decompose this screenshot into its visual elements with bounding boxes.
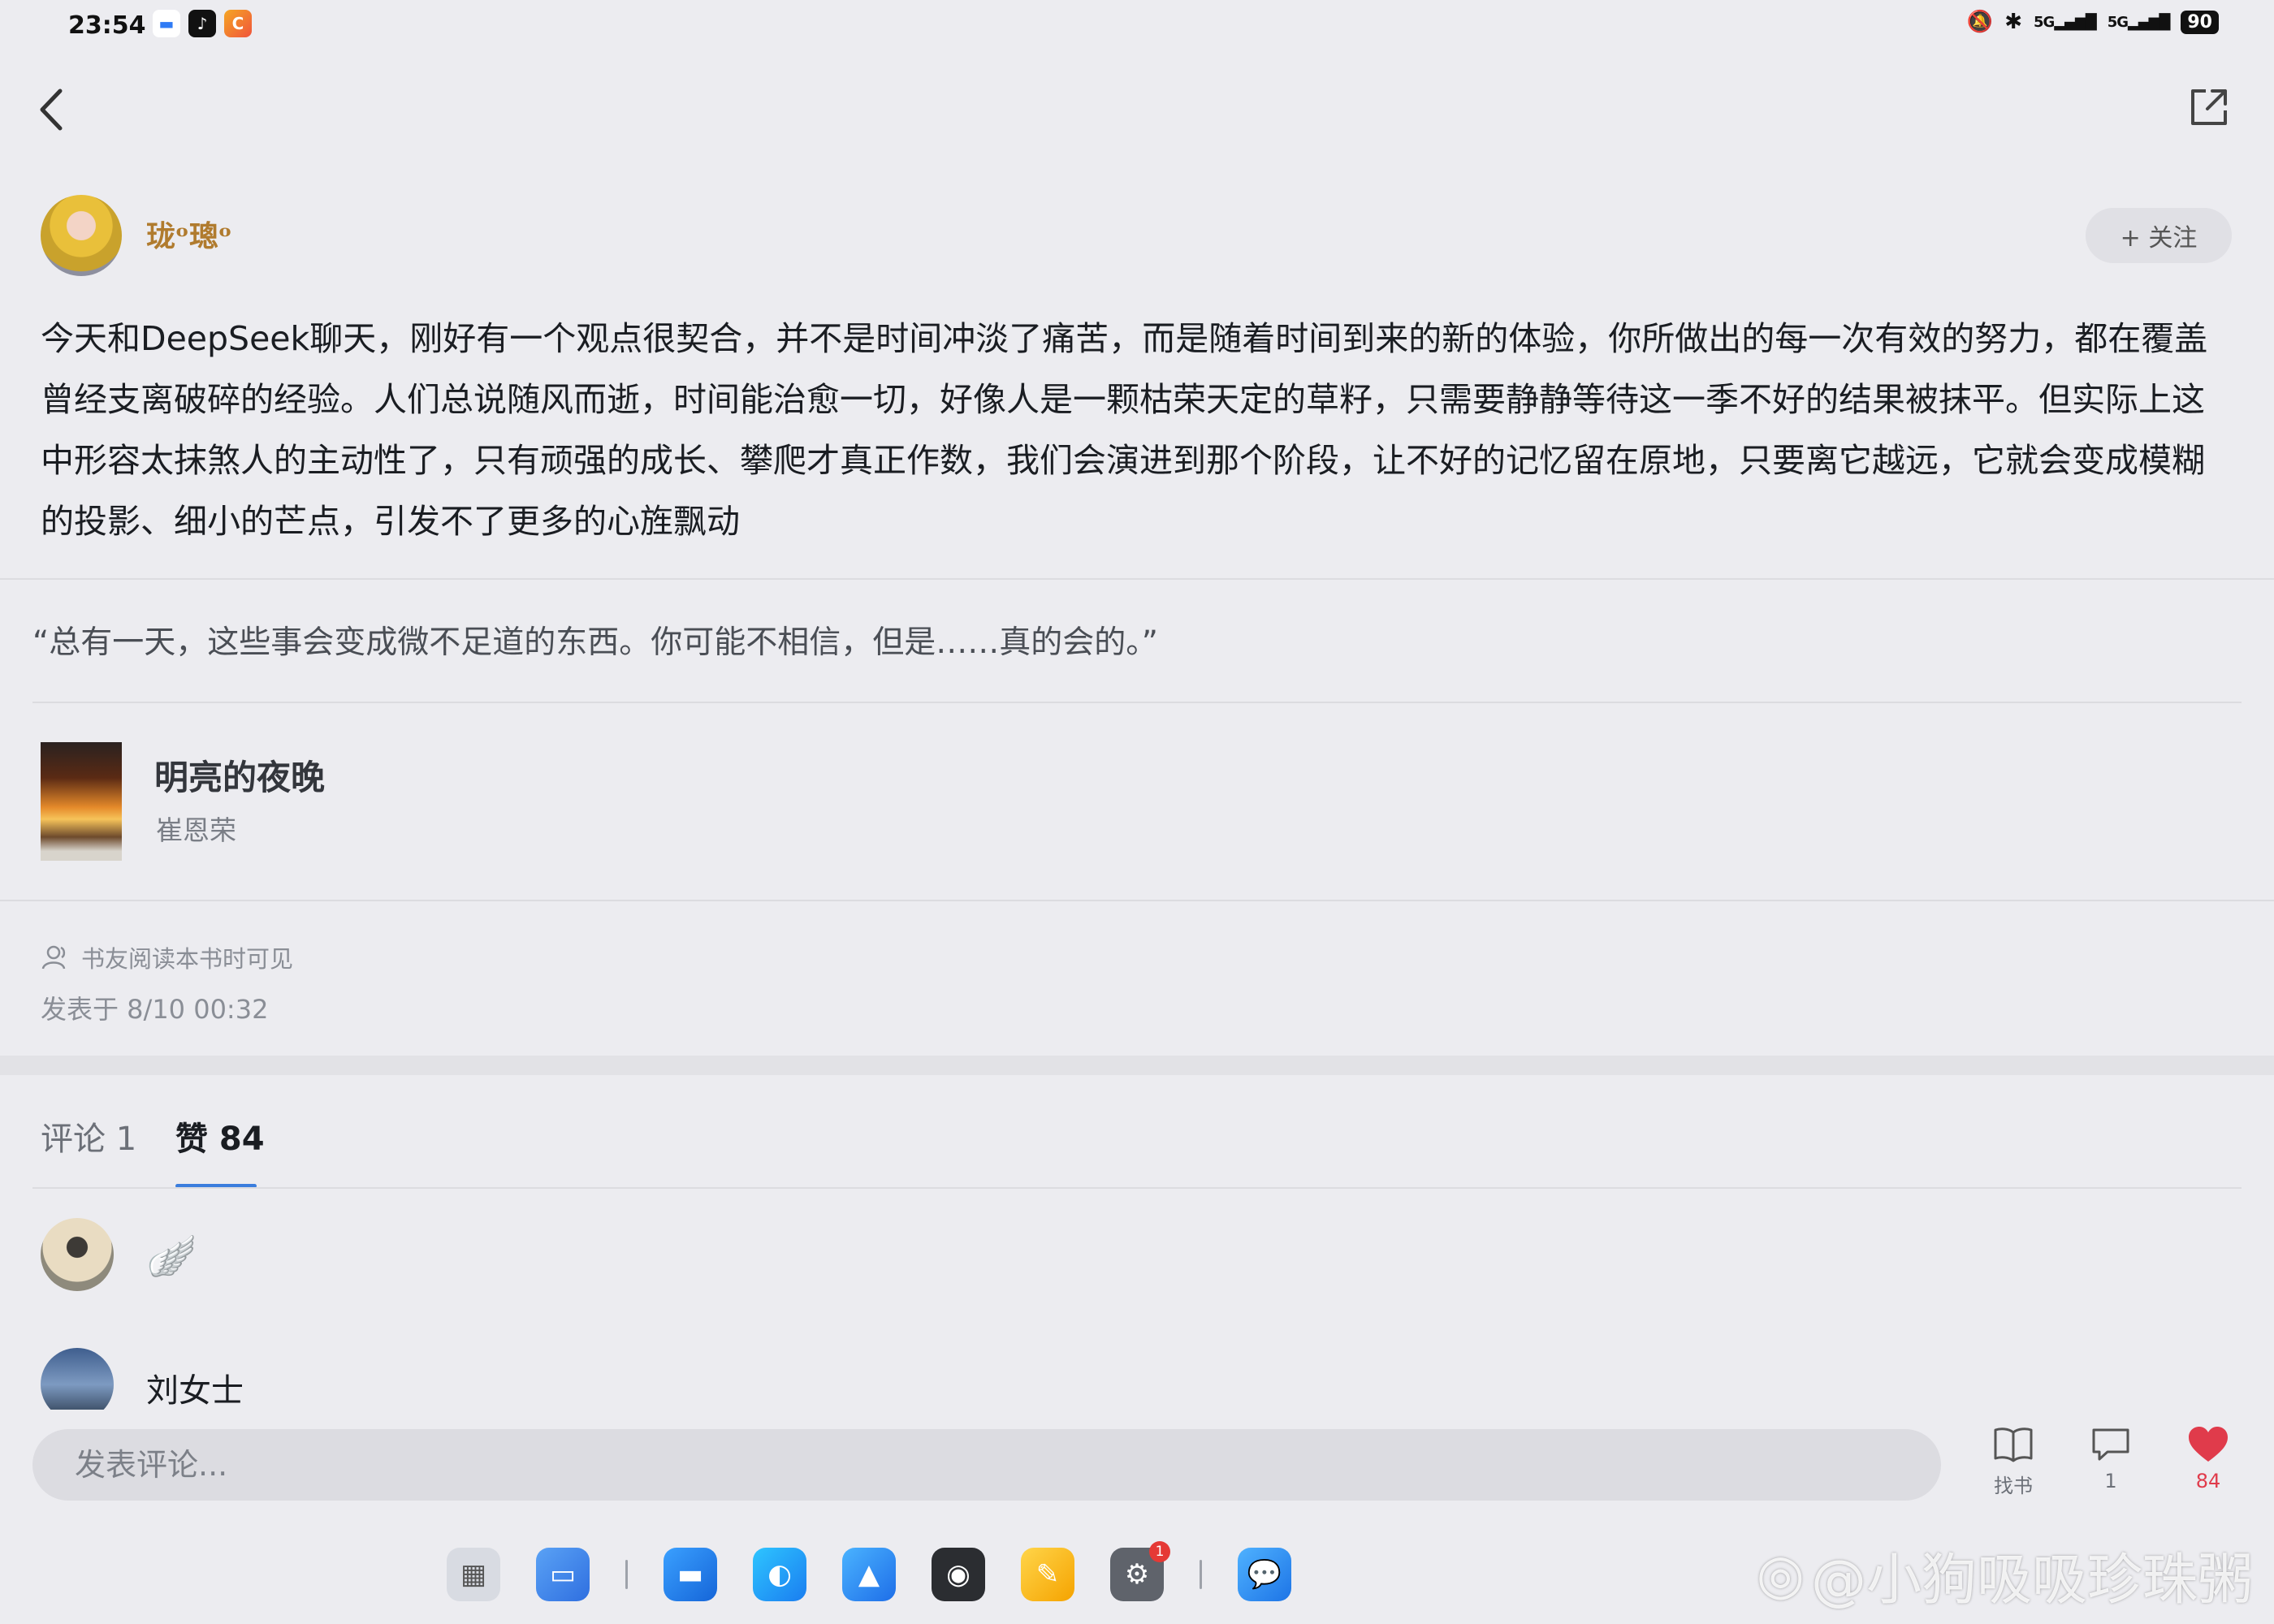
find-book-label: 找书 xyxy=(1994,1475,2033,1497)
dock-separator xyxy=(625,1560,628,1589)
mute-bell-icon: 🔕 xyxy=(1966,10,1994,34)
chat-app-icon[interactable]: 💬 xyxy=(1238,1548,1291,1601)
colorful-app-icon: C xyxy=(224,10,252,37)
back-button[interactable] xyxy=(32,81,73,138)
book-title[interactable]: 明亮的夜晚 xyxy=(154,750,325,800)
signal-5g-icon-2: 5G▂▄▆█ xyxy=(2107,13,2171,31)
tiktok-icon: ♪ xyxy=(188,10,216,37)
share-external-icon xyxy=(2191,89,2227,125)
status-indicators: 🔕 ✱ 5G▂▄▆█ 5G▂▄▆█ 90 xyxy=(1967,10,2219,34)
watermark-text: @小狗吸吸珍珠粥 xyxy=(1810,1548,2253,1613)
comment-input[interactable] xyxy=(32,1429,1941,1501)
file-manager-icon[interactable]: ▭ xyxy=(536,1548,590,1601)
watermark: ◎ @小狗吸吸珍珠粥 xyxy=(1757,1535,2253,1615)
comment-bubble-icon xyxy=(2092,1428,2129,1461)
section-separator xyxy=(0,1056,2274,1075)
tab-comments[interactable]: 评论 1 xyxy=(41,1112,136,1160)
folder-icon[interactable]: ▬ xyxy=(664,1548,717,1601)
chevron-left-icon xyxy=(40,89,63,131)
find-book-button[interactable]: 找书 xyxy=(1969,1426,2058,1498)
open-book-icon xyxy=(1994,1427,2033,1462)
posted-time: 发表于 8/10 00:32 xyxy=(41,994,269,1025)
comment-button[interactable]: 1 xyxy=(2066,1426,2155,1492)
liker-name[interactable]: 刘女士 xyxy=(146,1364,244,1411)
tab-likes[interactable]: 赞 84 xyxy=(175,1112,265,1160)
share-button[interactable] xyxy=(2186,84,2232,130)
like-button[interactable]: 84 xyxy=(2164,1426,2253,1492)
status-time: 23:54 xyxy=(68,11,146,40)
gallery-icon[interactable]: ▲ xyxy=(842,1548,896,1601)
visibility-text: 书友阅读本书时可见 xyxy=(81,945,294,973)
follow-button[interactable]: + 关注 xyxy=(2086,208,2232,263)
divider xyxy=(32,702,2242,703)
user-icon xyxy=(41,945,66,970)
book-cover[interactable] xyxy=(41,742,122,861)
taskbar-dock: ▦ ▭ ▬ ◐ ▲ ◉ ✎ ⚙ 1 💬 xyxy=(447,1541,1291,1601)
battery-indicator: 90 xyxy=(2181,10,2219,34)
wing-icon: 🪽 xyxy=(146,1233,197,1280)
app-drawer-icon[interactable]: ▦ xyxy=(447,1548,500,1601)
bluetooth-icon: ✱ xyxy=(2004,10,2022,34)
book-quote: “总有一天，这些事会变成微不足道的东西。你可能不相信，但是……真的会的。” xyxy=(32,624,1158,661)
heart-icon xyxy=(2189,1427,2228,1462)
camera-icon[interactable]: ◉ xyxy=(932,1548,985,1601)
comment-count: 1 xyxy=(2104,1470,2117,1492)
browser-icon[interactable]: ◐ xyxy=(753,1548,806,1601)
signal-5g-icon: 5G▂▄▆█ xyxy=(2034,13,2097,31)
settings-gear-icon[interactable]: ⚙ 1 xyxy=(1110,1541,1170,1601)
notification-badge: 1 xyxy=(1149,1541,1170,1562)
notes-icon[interactable]: ✎ xyxy=(1021,1548,1074,1601)
weibo-logo-icon: ◎ xyxy=(1756,1543,1805,1607)
post-text: 今天和DeepSeek聊天，刚好有一个观点很契合，并不是时间冲淡了痛苦，而是随着… xyxy=(41,319,2208,541)
divider xyxy=(0,578,2274,580)
message-app-icon: ▬ xyxy=(153,10,180,37)
status-app-icons: ▬ ♪ C xyxy=(153,10,252,37)
author-avatar[interactable] xyxy=(41,195,122,276)
divider xyxy=(0,900,2274,901)
dock-separator xyxy=(1200,1560,1202,1589)
author-name[interactable]: 珑ᵒ璁ᵒ xyxy=(146,213,232,255)
book-author: 崔恩荣 xyxy=(156,814,236,846)
visibility-note: 书友阅读本书时可见 xyxy=(41,940,293,974)
divider xyxy=(32,1187,2242,1189)
liker-avatar[interactable] xyxy=(41,1218,114,1291)
like-count: 84 xyxy=(2195,1470,2221,1492)
